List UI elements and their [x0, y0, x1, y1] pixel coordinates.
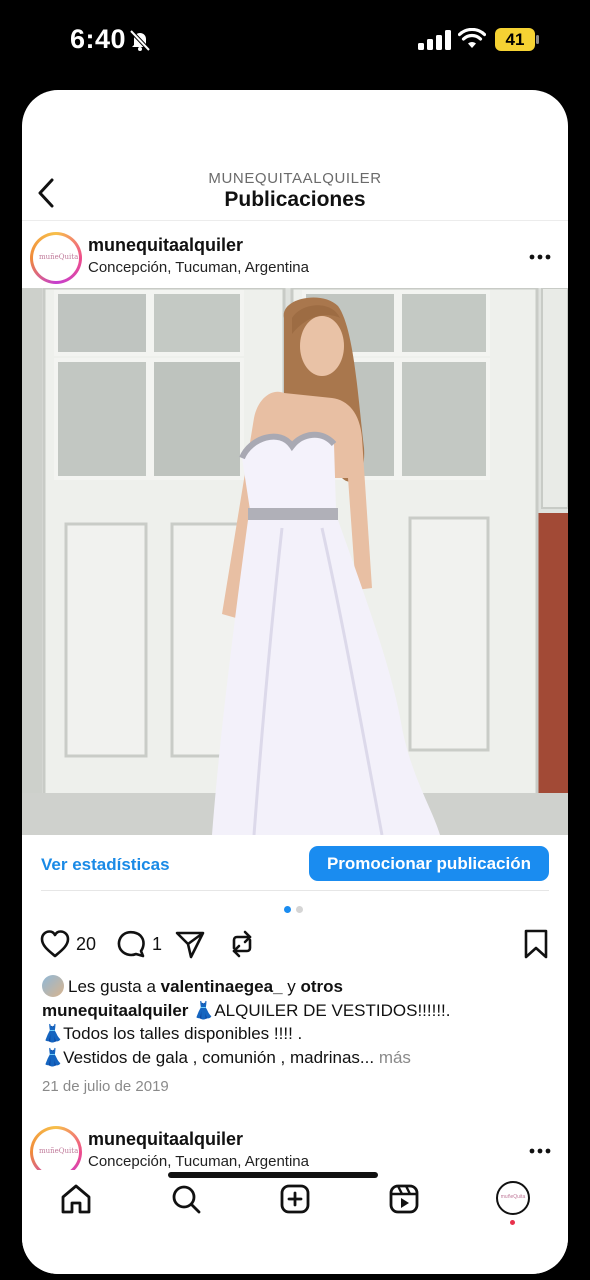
- repost-icon[interactable]: [226, 928, 258, 960]
- share-send-icon[interactable]: [174, 928, 206, 960]
- comment-icon[interactable]: [115, 928, 147, 960]
- likes-summary[interactable]: Les gusta a valentinaegea_ y otros: [42, 975, 558, 999]
- more-options-icon[interactable]: [529, 254, 551, 260]
- carousel-dot-active: [284, 906, 291, 913]
- profile-avatar[interactable]: muñeQuita: [496, 1181, 530, 1215]
- page-header: MUNEQUITAALQUILER Publicaciones: [22, 160, 568, 220]
- insights-row: Ver estadísticas Promocionar publicación: [22, 845, 568, 891]
- post-location[interactable]: Concepción, Tucuman, Argentina: [88, 259, 309, 276]
- battery-indicator: 41: [495, 28, 539, 51]
- signal-icon: [418, 30, 451, 50]
- post-username[interactable]: munequitaalquiler: [88, 1129, 243, 1150]
- comment-count[interactable]: 1: [152, 934, 162, 955]
- post-header: muñeQuita munequitaalquiler Concepción, …: [22, 230, 568, 290]
- dress-emoji: 👗: [42, 1047, 64, 1067]
- post-actions: 20 1: [22, 928, 568, 968]
- caption-text-1: ALQUILER DE VESTIDOS!!!!!!.: [214, 1000, 451, 1020]
- create-post-icon[interactable]: [278, 1182, 312, 1216]
- notification-dot: [510, 1220, 515, 1225]
- wifi-icon: [458, 28, 486, 48]
- battery-level: 41: [505, 30, 525, 49]
- like-count[interactable]: 20: [76, 934, 96, 955]
- post-photo: [22, 288, 568, 835]
- header-divider: [22, 220, 568, 221]
- avatar[interactable]: muñeQuita: [30, 232, 82, 284]
- carousel-indicator: [284, 906, 306, 914]
- avatar-logo: muñeQuita: [39, 253, 79, 261]
- app-screen: MUNEQUITAALQUILER Publicaciones muñeQuit…: [22, 90, 568, 1274]
- caption-line: munequitaalquiler 👗ALQUILER DE VESTIDOS!…: [42, 999, 558, 1023]
- caption-text-3: Vestidos de gala , comunión , madrinas..…: [63, 1047, 375, 1067]
- liker-avatar: [42, 975, 64, 997]
- like-heart-icon[interactable]: [39, 928, 71, 960]
- profile-avatar-logo: muñeQuita: [500, 1194, 526, 1200]
- caption-username[interactable]: munequitaalquiler: [42, 1001, 188, 1020]
- dress-emoji: 👗: [42, 1024, 64, 1043]
- liked-by-user[interactable]: valentinaegea_: [161, 977, 283, 996]
- header-account-name: MUNEQUITAALQUILER: [208, 170, 382, 187]
- insights-divider: [41, 890, 549, 891]
- avatar-logo: muñeQuita: [39, 1147, 79, 1155]
- post-username[interactable]: munequitaalquiler: [88, 235, 243, 256]
- search-icon[interactable]: [169, 1182, 203, 1216]
- save-bookmark-icon[interactable]: [520, 928, 552, 960]
- caption-more-link[interactable]: más: [379, 1048, 411, 1067]
- home-icon[interactable]: [59, 1182, 93, 1216]
- status-bar: 6:40 41: [0, 0, 590, 80]
- bell-muted-icon: [129, 29, 151, 52]
- bottom-navigation: muñeQuita: [22, 1170, 568, 1274]
- caption-line: 👗Todos los talles disponibles !!!! .: [42, 1022, 558, 1046]
- more-options-icon[interactable]: [529, 1148, 551, 1154]
- post-image[interactable]: [22, 288, 568, 835]
- home-indicator[interactable]: [168, 1172, 378, 1178]
- post-caption: Les gusta a valentinaegea_ y otros muneq…: [42, 975, 558, 1069]
- view-insights-link[interactable]: Ver estadísticas: [41, 855, 170, 875]
- status-time: 6:40: [70, 24, 127, 54]
- caption-text-2: Todos los talles disponibles !!!! .: [63, 1024, 303, 1043]
- promote-post-button[interactable]: Promocionar publicación: [309, 846, 549, 881]
- caption-line: 👗Vestidos de gala , comunión , madrinas.…: [42, 1046, 558, 1070]
- post-date: 21 de julio de 2019: [42, 1078, 169, 1095]
- liked-by-others[interactable]: otros: [300, 977, 343, 996]
- reels-icon[interactable]: [387, 1182, 421, 1216]
- carousel-dot: [296, 906, 303, 913]
- post-location[interactable]: Concepción, Tucuman, Argentina: [88, 1153, 309, 1170]
- page-title: Publicaciones: [224, 188, 366, 211]
- dress-emoji: 👗: [193, 1000, 215, 1020]
